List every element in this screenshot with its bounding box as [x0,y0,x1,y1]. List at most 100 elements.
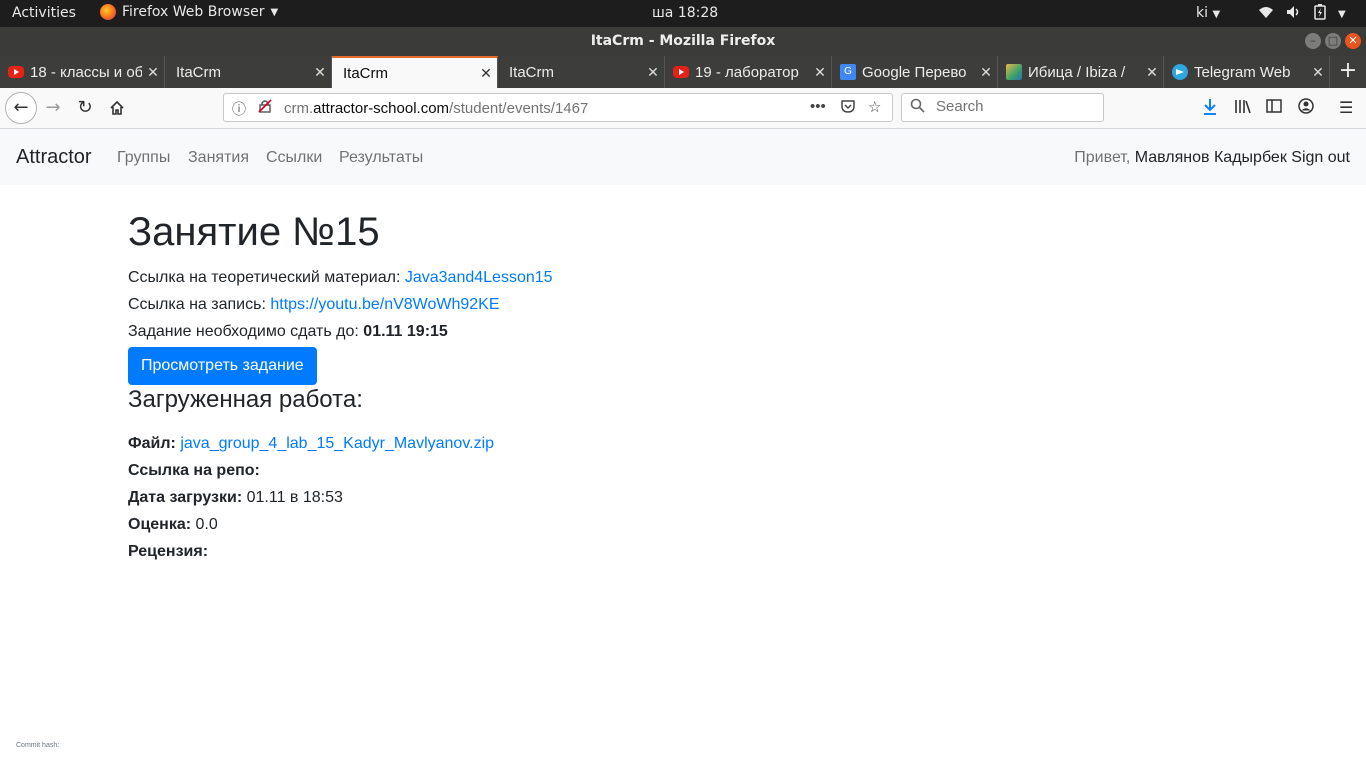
system-tray[interactable]: ▼ [1258,4,1346,24]
activities-button[interactable]: Activities [12,5,76,21]
url-path: /student/events/1467 [449,100,589,117]
close-tab-icon[interactable]: ✕ [142,64,164,81]
url-bar[interactable]: ⓘ crm.attractor-school.com/student/event… [223,93,893,122]
chevron-down-icon: ▼ [270,6,279,18]
tab[interactable]: 19 - лаборатор ✕ [665,56,832,88]
grade-row: Оценка: 0.0 [128,516,218,534]
close-tab-icon[interactable]: ✕ [809,64,831,81]
upload-date-value: 01.11 в 18:53 [246,489,343,506]
window-title: ItaCrm - Mozilla Firefox [590,33,776,49]
tab-label: Ибица / Ibiza / [1028,63,1126,81]
user-name: Мавлянов Кадырбек [1134,149,1287,166]
chevron-down-icon: ▼ [1338,8,1346,20]
youtube-icon [673,66,689,78]
tab[interactable]: ItaCrm ✕ [498,56,665,88]
page-title: Занятие №15 [128,210,380,254]
tab-label: Telegram Web [1194,63,1291,81]
tab[interactable]: 18 - классы и об ✕ [0,56,165,88]
tab[interactable]: Ибица / Ibiza / ✕ [998,56,1164,88]
repo-row: Ссылка на репо: [128,462,260,480]
nav-link-results[interactable]: Результаты [339,149,423,167]
reload-button[interactable]: ↻ [71,94,99,122]
tab-label: ItaCrm [343,64,388,82]
pocket-icon[interactable] [840,98,856,118]
insecure-lock-icon[interactable] [258,99,272,116]
search-bar[interactable] [901,93,1104,122]
tab-active[interactable]: ItaCrm ✕ [332,56,498,88]
tab-label: 19 - лаборатор [695,63,799,81]
close-tab-icon[interactable]: ✕ [1307,64,1329,81]
ibiza-icon [1006,64,1022,80]
tab-label: ItaCrm [176,63,221,81]
file-label: Файл: [128,435,176,452]
info-icon[interactable]: ⓘ [232,99,246,119]
nav-link-lessons[interactable]: Занятия [188,149,249,167]
tab-label: ItaCrm [509,63,554,81]
search-input[interactable] [934,97,1098,116]
tab[interactable]: G Google Перево ✕ [832,56,998,88]
record-row: Ссылка на запись: https://youtu.be/nV8Wo… [128,296,500,314]
url-text[interactable]: crm.attractor-school.com/student/events/… [284,100,588,117]
site-navbar: Attractor Группы Занятия Ссылки Результа… [0,129,1366,185]
close-tab-icon[interactable]: ✕ [1141,64,1163,81]
clock[interactable]: ша 18:28 [652,5,718,21]
deadline-value: 01.11 19:15 [363,323,448,340]
downloads-icon[interactable] [1202,98,1218,120]
tab-label: 18 - классы и об [30,63,142,81]
volume-icon [1286,5,1302,23]
tab[interactable]: Telegram Web ✕ [1164,56,1330,88]
theory-row: Ссылка на теоретический материал: Java3a… [128,269,553,287]
record-link[interactable]: https://youtu.be/nV8WoWh92KE [270,296,499,313]
bookmark-star-icon[interactable]: ☆ [868,98,881,116]
search-icon [910,98,925,117]
tab-label: Google Перево [862,63,967,81]
file-link[interactable]: java_group_4_lab_15_Kadyr_Mavlyanov.zip [180,435,494,452]
brand-link[interactable]: Attractor [16,146,92,169]
chevron-down-icon: ▼ [1212,9,1221,20]
theory-link[interactable]: Java3and4Lesson15 [405,269,553,286]
new-tab-button[interactable]: + [1330,56,1366,88]
app-menu-label: Firefox Web Browser [122,4,265,20]
url-domain: attractor-school.com [313,100,450,117]
tab[interactable]: ItaCrm ✕ [165,56,332,88]
app-menu[interactable]: Firefox Web Browser ▼ [100,4,278,20]
nav-link-groups[interactable]: Группы [117,149,170,167]
close-tab-icon[interactable]: ✕ [975,64,997,81]
system-top-bar: Activities Firefox Web Browser ▼ ша 18:2… [0,0,1366,27]
file-row: Файл: java_group_4_lab_15_Kadyr_Mavlyano… [128,435,494,453]
library-icon[interactable] [1234,98,1252,118]
grade-value: 0.0 [195,516,218,533]
youtube-icon [8,66,24,78]
navigation-toolbar: ← → ↻ ⓘ crm.attractor-school.com/student… [0,88,1366,129]
review-label: Рецензия: [128,543,209,560]
sign-out-link[interactable]: Sign out [1291,149,1350,166]
close-window-button[interactable]: ✕ [1345,33,1361,49]
close-tab-icon[interactable]: ✕ [642,64,664,81]
close-tab-icon[interactable]: ✕ [309,64,331,81]
upload-date-label: Дата загрузки: [128,489,243,506]
view-task-button[interactable]: Просмотреть задание [128,347,317,385]
hamburger-menu-icon[interactable]: ☰ [1339,98,1353,117]
minimize-button[interactable]: – [1305,33,1321,49]
window-titlebar[interactable]: ItaCrm - Mozilla Firefox – □ ✕ [0,27,1366,56]
home-button[interactable] [103,94,131,122]
theory-label: Ссылка на теоретический материал: [128,269,401,286]
url-prefix: crm. [284,100,314,117]
account-icon[interactable] [1298,98,1314,118]
maximize-button[interactable]: □ [1325,33,1341,49]
back-button[interactable]: ← [5,92,37,124]
google-translate-icon: G [840,64,856,80]
commit-hash: Commit hash: [16,742,60,749]
sidebar-icon[interactable] [1266,98,1282,117]
close-tab-icon[interactable]: ✕ [475,65,497,82]
firefox-logo-icon [100,4,116,20]
nav-link-links[interactable]: Ссылки [266,149,322,167]
deadline-row: Задание необходимо сдать до: 01.11 19:15 [128,323,448,341]
forward-button[interactable]: → [39,94,67,122]
input-source-indicator[interactable]: ki ▼ [1196,5,1220,21]
repo-label: Ссылка на репо: [128,462,260,479]
record-label: Ссылка на запись: [128,296,266,313]
page-actions-icon[interactable]: ••• [810,98,826,115]
submission-heading: Загруженная работа: [128,386,363,413]
greeting-text: Привет, [1074,149,1131,166]
